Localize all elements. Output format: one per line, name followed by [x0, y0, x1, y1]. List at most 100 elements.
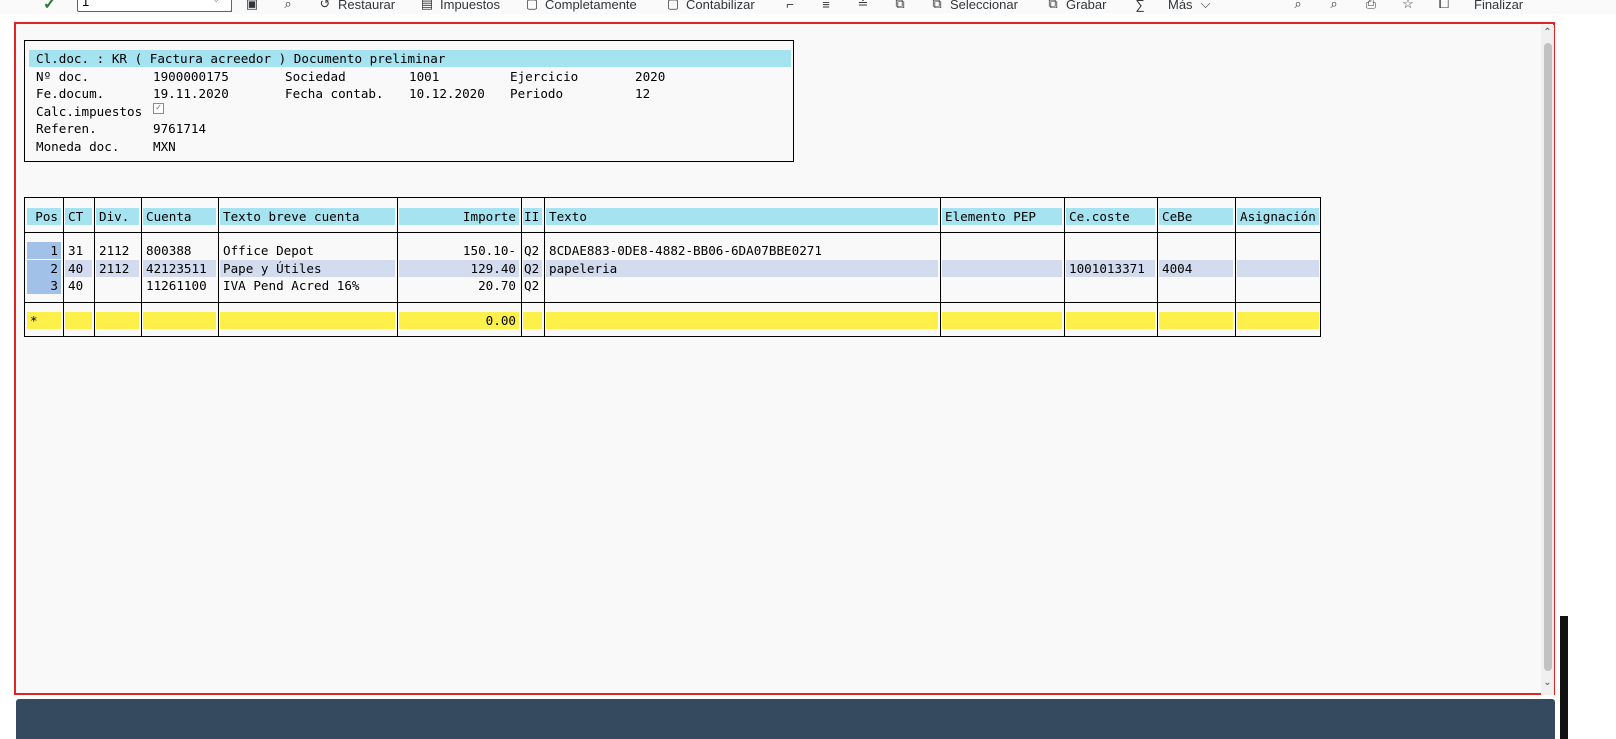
more-button[interactable]: Más ⌵: [1168, 0, 1213, 13]
row3-pep[interactable]: [942, 277, 1062, 294]
row2-pep[interactable]: [942, 260, 1062, 277]
row1-asignacion[interactable]: [1237, 242, 1319, 259]
calc-tax-checkbox[interactable]: ✓: [153, 103, 164, 114]
scroll-down-icon[interactable]: ⌄: [1541, 677, 1554, 688]
select-button[interactable]: ⧉ Seleccionar: [930, 0, 1018, 13]
col-header-cuenta[interactable]: Cuenta: [143, 208, 216, 225]
scroll-up-icon[interactable]: ⌃: [1541, 27, 1554, 38]
col-header-pep[interactable]: Elemento PEP: [942, 208, 1062, 225]
row1-cebe[interactable]: [1159, 242, 1233, 259]
post-button[interactable]: ▢ Contabilizar: [666, 0, 755, 13]
complete-button[interactable]: ▢ Completamente: [525, 0, 637, 13]
col-header-ce-coste[interactable]: Ce.coste: [1066, 208, 1155, 225]
total-ct: [65, 312, 92, 329]
select-label: Seleccionar: [950, 0, 1018, 12]
row3-ct[interactable]: 40: [65, 277, 92, 294]
row2-ce-coste[interactable]: 1001013371: [1066, 260, 1155, 277]
print-button[interactable]: ⎙: [1364, 0, 1378, 13]
total-texto: [546, 312, 938, 329]
col-header-pos[interactable]: Pos: [27, 208, 61, 225]
row1-ii[interactable]: Q2: [523, 242, 542, 259]
document-header-title: Cl.doc. : KR ( Factura acreedor ) Docume…: [29, 50, 791, 67]
col-header-ct[interactable]: CT: [65, 208, 92, 225]
more-label: Más: [1168, 0, 1193, 12]
find-button[interactable]: ⌕: [281, 0, 295, 13]
save-icon: ⧉: [1048, 0, 1058, 11]
sigma-icon: ∑: [1135, 0, 1145, 12]
row2-ii[interactable]: Q2: [523, 260, 542, 277]
row3-texto-breve[interactable]: IVA Pend Acred 16%: [220, 277, 395, 294]
col-header-cebe[interactable]: CeBe: [1159, 208, 1233, 225]
row1-ce-coste[interactable]: [1066, 242, 1155, 259]
row2-cebe[interactable]: 4004: [1159, 260, 1233, 277]
row3-ii[interactable]: Q2: [523, 277, 542, 294]
posting-date-value: 10.12.2020: [409, 86, 485, 101]
row3-importe[interactable]: 20.70: [399, 277, 519, 294]
row1-cuenta[interactable]: 800388: [143, 242, 216, 259]
col-header-div[interactable]: Div.: [96, 208, 139, 225]
row3-asignacion[interactable]: [1237, 277, 1319, 294]
save-button[interactable]: ⧉ Grabar: [1046, 0, 1106, 13]
row1-div[interactable]: 2112: [96, 242, 139, 259]
row1-pos[interactable]: 1: [27, 242, 61, 259]
row3-cuenta[interactable]: 11261100: [143, 277, 216, 294]
col-header-asignacion[interactable]: Asignación: [1237, 208, 1319, 225]
exit-button[interactable]: Finalizar: [1474, 0, 1523, 13]
save-icon-button[interactable]: ▣: [245, 0, 259, 13]
status-bar: [16, 699, 1555, 739]
tax-button[interactable]: ▤ Impuestos: [420, 0, 500, 13]
align-button[interactable]: ≡: [819, 0, 833, 13]
row2-importe[interactable]: 129.40: [399, 260, 519, 277]
row3-texto[interactable]: [546, 277, 938, 294]
copy-button[interactable]: ⧉: [893, 0, 907, 13]
row1-ct[interactable]: 31: [65, 242, 92, 259]
row3-div[interactable]: [96, 277, 139, 294]
col-header-texto[interactable]: Texto: [546, 208, 938, 225]
period-label: Periodo: [510, 86, 564, 101]
row2-cuenta[interactable]: 42123511: [143, 260, 216, 277]
row1-texto[interactable]: 8CDAE883-0DE8-4882-BB06-6DA07BBE0271: [546, 242, 938, 259]
confirm-check-icon[interactable]: ✓: [43, 0, 56, 14]
row1-importe[interactable]: 150.10-: [399, 242, 519, 259]
bookmark-button[interactable]: ☆: [1401, 0, 1415, 13]
col-header-importe[interactable]: Importe: [399, 208, 519, 225]
header-row-reference: Referen. 9761714: [36, 120, 786, 137]
restore-button[interactable]: ↺ Restaurar: [318, 0, 396, 13]
row2-div[interactable]: 2112: [96, 260, 139, 277]
post-icon: ▢: [666, 0, 680, 11]
header-row-dates: Fe.docum. 19.11.2020 Fecha contab. 10.12…: [36, 85, 786, 102]
sum-button[interactable]: ∑: [1133, 0, 1147, 13]
detail-button[interactable]: ⌐: [783, 0, 797, 13]
row3-pos[interactable]: 3: [27, 277, 61, 294]
row2-pos[interactable]: 2: [27, 260, 61, 277]
find-button-2[interactable]: ⌕: [1291, 0, 1305, 13]
filter-button[interactable]: ≐: [856, 0, 870, 13]
doc-date-label: Fe.docum.: [36, 86, 105, 101]
post-label: Contabilizar: [686, 0, 755, 12]
chevron-down-icon[interactable]: ⌵: [212, 0, 220, 6]
row2-texto[interactable]: papeleria: [546, 260, 938, 277]
row2-asignacion[interactable]: [1237, 260, 1319, 277]
row1-pep[interactable]: [942, 242, 1062, 259]
row3-ce-coste[interactable]: [1066, 277, 1155, 294]
col-header-ii[interactable]: II: [523, 208, 542, 225]
total-ii: [523, 312, 542, 329]
command-field[interactable]: [77, 0, 232, 12]
col-header-texto-breve[interactable]: Texto breve cuenta: [220, 208, 395, 225]
total-asignacion: [1237, 312, 1319, 329]
find-next-button[interactable]: ⌕: [1327, 0, 1341, 13]
company-value: 1001: [409, 69, 440, 84]
detail-icon: ⌐: [786, 0, 794, 12]
search-icon: ⌕: [1294, 0, 1302, 11]
row3-cebe[interactable]: [1159, 277, 1233, 294]
vertical-scrollbar[interactable]: ⌃ ⌄: [1541, 25, 1554, 695]
row2-ct[interactable]: 40: [65, 260, 92, 277]
row2-texto-breve[interactable]: Pape y Útiles: [220, 260, 395, 277]
bookmark-star-icon: ☆: [1402, 0, 1414, 11]
header-row-docno: Nº doc. 1900000175 Sociedad 1001 Ejercic…: [36, 68, 786, 85]
row1-texto-breve[interactable]: Office Depot: [220, 242, 395, 259]
total-texto-breve: [220, 312, 395, 329]
scrollbar-thumb[interactable]: [1544, 43, 1552, 671]
new-window-button[interactable]: ⧠: [1437, 0, 1451, 13]
new-window-icon: ⧠: [1438, 0, 1450, 11]
